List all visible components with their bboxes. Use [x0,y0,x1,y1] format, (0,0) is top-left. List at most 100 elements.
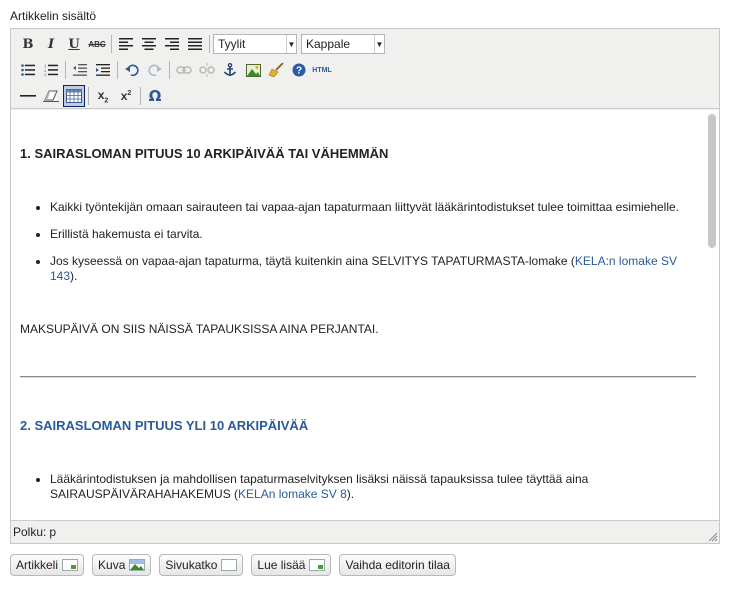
link-icon [176,66,192,74]
list-item-text: ). [70,269,78,283]
article-icon [62,559,79,571]
styles-select-value: Tyylit [218,37,246,51]
bullet-list-icon [21,64,35,76]
html-source-button[interactable]: HTML [311,59,333,81]
pagebreak-button[interactable]: Sivukatko [159,554,244,576]
image-button-label: Kuva [98,558,126,572]
editor-buttons: Artikkeli Kuva Sivukatko Lue lisää Vaihd… [10,554,464,576]
editor-statusbar: Polku: p [11,520,719,543]
anchor-button[interactable] [219,59,241,81]
toolbar-separator [88,87,89,105]
insert-link-button[interactable] [173,59,195,81]
underline-button[interactable]: U [63,33,85,55]
bold-button[interactable]: B [17,33,39,55]
outdent-icon [73,64,87,76]
list-item: Lääkärintodistuksen ja mahdollisen tapat… [50,472,700,502]
image-icon [129,559,146,571]
redo-button[interactable] [144,59,166,81]
omega-icon: Ω [148,87,162,105]
html-label: HTML [312,66,332,74]
numbered-list-button[interactable]: 123 [40,59,62,81]
align-justify-button[interactable] [184,33,206,55]
insert-image-button[interactable] [242,59,264,81]
scrollbar-thumb[interactable] [708,114,716,248]
chevron-down-icon: ▼ [374,35,384,53]
toolbar-separator [111,35,112,53]
heading-2: 2. SAIRASLOMAN PITUUS YLI 10 ARKIPÄIVÄÄ [20,418,309,433]
indent-button[interactable] [92,59,114,81]
toolbar-row-3: x2 x2 Ω [17,84,167,108]
outdent-button[interactable] [69,59,91,81]
special-character-button[interactable]: Ω [144,85,166,107]
toggle-editor-button-label: Vaihda editorin tilaa [345,558,450,572]
superscript-icon: x2 [120,89,132,103]
editor-content-area[interactable]: 1. SAIRASLOMAN PITUUS 10 ARKIPÄIVÄÄ TAI … [11,110,719,520]
image-icon [245,63,261,77]
italic-button[interactable]: I [40,33,62,55]
article-button[interactable]: Artikkeli [10,554,85,576]
table-grid-icon [66,89,82,103]
indent-icon [96,64,110,76]
help-button[interactable]: ? [288,59,310,81]
superscript-button[interactable]: x2 [115,85,137,107]
heading-1: 1. SAIRASLOMAN PITUUS 10 ARKIPÄIVÄÄ TAI … [20,146,389,161]
toolbar-row-1: B I U ABC Tyylit ▼ Kappale ▼ [17,32,389,56]
chevron-down-icon: ▼ [286,35,296,53]
bullet-list-2: Lääkärintodistuksen ja mahdollisen tapat… [40,472,700,502]
visual-aid-button[interactable] [63,85,85,107]
path-value[interactable]: p [49,525,56,539]
remove-format-button[interactable] [40,85,62,107]
toolbar-row-2: 123 ? HTML [17,58,334,82]
readmore-button[interactable]: Lue lisää [251,554,332,576]
toolbar-separator [117,61,118,79]
rich-text-editor: B I U ABC Tyylit ▼ Kappale ▼ 1 2 3 ? HTM… [10,28,720,544]
path-label: Polku: [13,525,47,539]
toolbar-separator [209,35,210,53]
undo-button[interactable] [121,59,143,81]
list-item: Erillistä hakemusta ei tarvita. [50,227,700,242]
anchor-icon [223,63,237,76]
unlink-button[interactable] [196,59,218,81]
list-item-text: Jos kyseessä on vapaa-ajan tapaturma, tä… [50,254,575,268]
readmore-button-label: Lue lisää [257,558,306,572]
article-button-label: Artikkeli [16,558,59,572]
bullet-list-1: Kaikki työntekijän omaan sairauteen tai … [40,200,700,296]
svg-text:3: 3 [44,72,47,76]
broom-icon [268,63,284,77]
format-select[interactable]: Kappale ▼ [301,34,385,54]
pagebreak-button-label: Sivukatko [165,558,218,572]
toolbar-separator [65,61,66,79]
image-button[interactable]: Kuva [92,554,152,576]
align-center-icon [142,38,156,50]
strikethrough-button[interactable]: ABC [86,33,108,55]
readmore-icon [309,559,326,571]
align-left-icon [119,38,133,50]
toolbar-separator [169,61,170,79]
bullet-list-button[interactable] [17,59,39,81]
kela-form-sv8-link[interactable]: KELAn lomake SV 8 [238,487,347,501]
toggle-editor-button[interactable]: Vaihda editorin tilaa [339,554,456,576]
horizontal-rule-button[interactable] [17,85,39,107]
format-select-value: Kappale [306,37,351,51]
paragraph: MAKSUPÄIVÄ ON SIIS NÄISSÄ TAPAUKSISSA AI… [20,322,379,336]
styles-select[interactable]: Tyylit ▼ [213,34,297,54]
subscript-button[interactable]: x2 [92,85,114,107]
svg-text:?: ? [296,66,302,77]
align-right-icon [165,38,179,50]
horizontal-rule [20,376,696,378]
subscript-icon: x2 [97,87,109,105]
align-right-button[interactable] [161,33,183,55]
list-item-text: Erillistä hakemusta ei tarvita. [50,227,203,241]
horizontal-rule-icon [20,95,36,97]
help-icon: ? [292,63,306,77]
list-item-text: Kaikki työntekijän omaan sairauteen tai … [50,200,680,214]
cleanup-button[interactable] [265,59,287,81]
eraser-icon [43,90,59,102]
align-justify-icon [188,38,202,50]
unlink-icon [199,63,215,77]
vertical-scrollbar[interactable] [704,110,719,520]
align-center-button[interactable] [138,33,160,55]
align-left-button[interactable] [115,33,137,55]
resize-grip-icon[interactable] [708,532,718,542]
redo-icon [148,64,162,76]
